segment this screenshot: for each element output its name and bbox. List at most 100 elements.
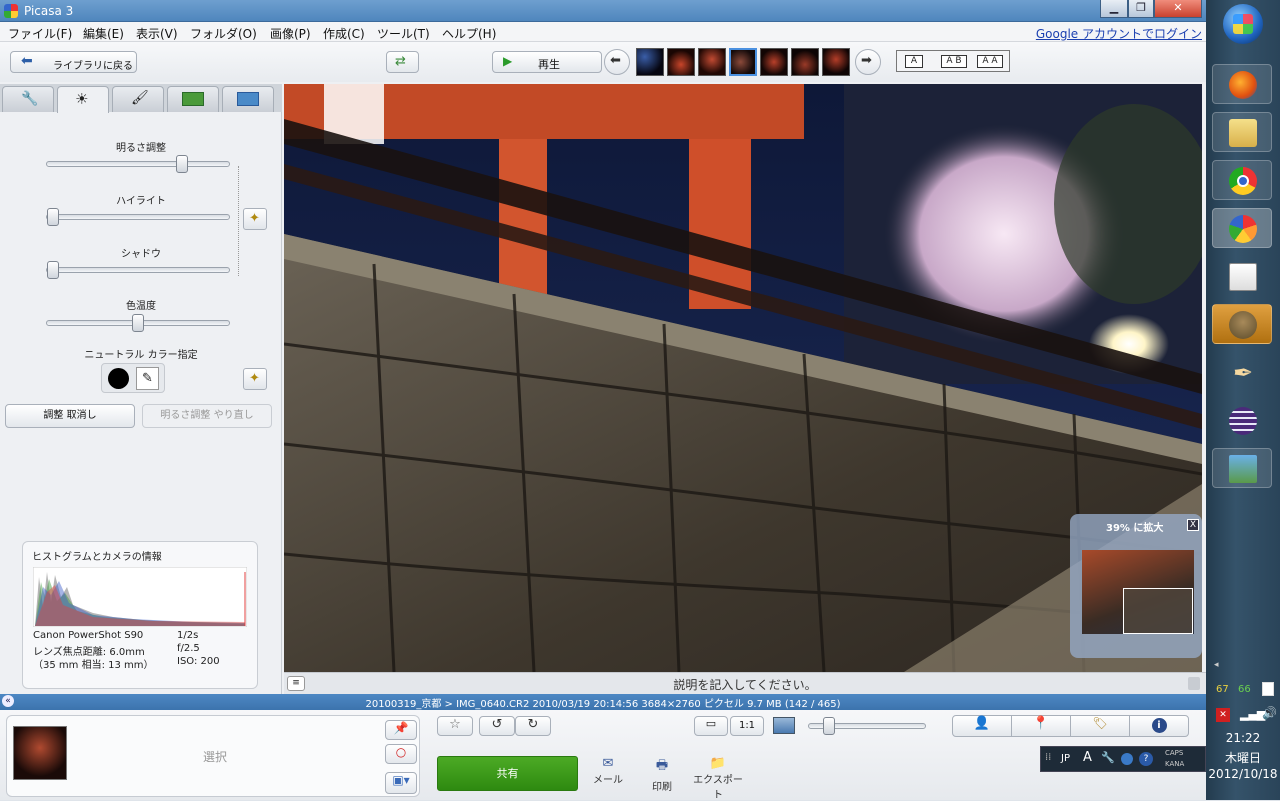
star-button[interactable]: ☆ [437, 716, 473, 736]
zoom-viewport-rect[interactable] [1123, 588, 1193, 634]
tray-expand-icon[interactable]: ◂ [1214, 660, 1219, 670]
menu-folder[interactable]: フォルダ(O) [190, 25, 257, 42]
clock-time[interactable]: 21:22 [1206, 731, 1280, 745]
color-temp-slider[interactable] [46, 314, 230, 332]
photo-info-text: 20100319_京都 > IMG_0640.CR2 2010/03/19 20… [365, 699, 841, 710]
taskbar-photo-viewer[interactable] [1212, 448, 1272, 488]
brightness-slider-knob[interactable] [176, 155, 188, 173]
neutral-color-swatch [108, 368, 129, 389]
tray-thumbnail[interactable] [13, 726, 67, 780]
taskbar-feather-app[interactable]: ✒ [1212, 352, 1272, 392]
fit-screen-button[interactable]: ▭ [694, 716, 728, 736]
email-button[interactable]: ✉ メール [590, 756, 626, 786]
clear-tray-button[interactable]: ○ [385, 744, 417, 764]
maximize-button[interactable]: ❐ [1128, 0, 1154, 18]
minimize-button[interactable]: ▁ [1100, 0, 1128, 18]
tab-effects-3[interactable] [222, 86, 274, 112]
menu-create[interactable]: 作成(C) [323, 25, 365, 42]
ime-input-mode[interactable]: A [1083, 750, 1092, 765]
ime-pad-icon[interactable] [1121, 753, 1133, 765]
grip-icon: ⁞⁞ [1045, 752, 1052, 763]
properties-button[interactable]: i [1129, 715, 1189, 737]
redo-adjust-button[interactable]: 明るさ調整 やり直し [142, 404, 272, 428]
tab-effects[interactable]: 🖌 [112, 86, 164, 112]
menu-file[interactable]: ファイル(F) [8, 25, 72, 42]
photo-view[interactable]: 39% に拡大 X [284, 84, 1202, 672]
next-photo-button[interactable]: ➡ [855, 49, 881, 75]
layout-single-button[interactable]: A [905, 55, 923, 68]
caption-input[interactable]: 説明を記入してください。 [284, 676, 1206, 693]
clock-date: 2012/10/18 [1208, 767, 1278, 781]
tab-tuning[interactable]: ☀ [57, 86, 109, 113]
undo-adjust-button[interactable]: 調整 取消し [5, 404, 135, 428]
add-to-album-button[interactable]: ▣▾ [385, 772, 417, 794]
filmstrip-thumbnail[interactable] [636, 48, 664, 76]
trash-icon[interactable] [1188, 677, 1200, 690]
rotate-left-button[interactable]: ↺ [479, 716, 515, 736]
previous-photo-button[interactable]: ⬅ [604, 49, 630, 75]
tab-basic-fixes[interactable]: 🔧 [2, 86, 54, 112]
menu-help[interactable]: ヘルプ(H) [442, 25, 496, 42]
ime-language[interactable]: JP [1061, 753, 1070, 764]
shadow-slider[interactable] [46, 261, 230, 279]
auto-color-button[interactable]: ✦ [243, 368, 267, 390]
menu-picture[interactable]: 画像(P) [270, 25, 311, 42]
help-icon[interactable]: ? [1139, 752, 1153, 766]
taskbar-explorer[interactable] [1212, 112, 1272, 152]
star-icon: ☆ [449, 717, 461, 732]
taskbar-firefox[interactable] [1212, 64, 1272, 104]
back-to-library-button[interactable]: ⬅ ライブラリに戻る [10, 51, 137, 73]
upload-button[interactable]: ⇄ [386, 51, 419, 73]
tags-button[interactable]: 🏷 [1070, 715, 1130, 737]
google-login-link[interactable]: Google アカウントでログイン [1036, 25, 1202, 42]
layout-aa-button[interactable]: A A [977, 55, 1003, 68]
filmstrip-thumbnail[interactable] [698, 48, 726, 76]
color-temp-slider-knob[interactable] [132, 314, 144, 332]
menu-edit[interactable]: 編集(E) [83, 25, 124, 42]
highlight-slider[interactable] [46, 208, 230, 226]
highlight-slider-knob[interactable] [47, 208, 59, 226]
zoom-close-button[interactable]: X [1187, 519, 1199, 531]
actual-size-button[interactable]: 1:1 [730, 716, 764, 736]
network-warning-icon[interactable]: ✕ [1216, 708, 1230, 722]
hold-pin-button[interactable]: 📌 [385, 720, 417, 740]
tray-num-b: 66 [1238, 684, 1251, 695]
rotate-left-icon: ↺ [491, 717, 503, 732]
zoom-slider-knob[interactable] [823, 717, 835, 735]
share-button[interactable]: 共有 [437, 756, 578, 791]
brightness-slider[interactable] [46, 155, 230, 173]
histogram-title: ヒストグラムとカメラの情報 [32, 552, 162, 563]
zoom-slider[interactable] [808, 717, 926, 735]
geotag-button[interactable]: 📍 [1011, 715, 1071, 737]
filmstrip-thumbnail[interactable] [760, 48, 788, 76]
taskbar-eclipse[interactable] [1212, 400, 1272, 440]
slideshow-play-button[interactable]: ▶ 再生 [492, 51, 602, 73]
eyedropper-icon[interactable]: ✎ [136, 367, 159, 390]
start-button[interactable] [1223, 4, 1263, 44]
tray-device-icon[interactable] [1262, 682, 1274, 696]
volume-icon[interactable]: 🔊 [1262, 706, 1277, 720]
layout-ab-button[interactable]: A B [941, 55, 967, 68]
taskbar-picasa[interactable] [1212, 208, 1272, 248]
menu-view[interactable]: 表示(V) [136, 25, 178, 42]
brightness-label: 明るさ調整 [116, 143, 166, 154]
shadow-slider-knob[interactable] [47, 261, 59, 279]
export-button[interactable]: 📁 エクスポート [690, 756, 746, 801]
taskbar-chrome[interactable] [1212, 160, 1272, 200]
close-button[interactable]: ✕ [1154, 0, 1202, 18]
taskbar-gimp[interactable] [1212, 304, 1272, 344]
filmstrip-thumbnail[interactable] [791, 48, 819, 76]
people-button[interactable]: 👤 [952, 715, 1012, 737]
print-button[interactable]: 🖶 印刷 [644, 756, 680, 793]
rotate-right-button[interactable]: ↻ [515, 716, 551, 736]
neutral-color-label: ニュートラル カラー指定 [84, 350, 198, 361]
taskbar-paint[interactable] [1212, 256, 1272, 296]
filmstrip-thumbnail[interactable] [822, 48, 850, 76]
auto-contrast-button[interactable]: ✦ [243, 208, 267, 230]
filmstrip-thumbnail-selected[interactable] [729, 48, 757, 76]
zoom-navigator[interactable]: 39% に拡大 X [1070, 514, 1202, 658]
tab-effects-2[interactable] [167, 86, 219, 112]
menu-tools[interactable]: ツール(T) [377, 25, 430, 42]
ime-tools-icon[interactable]: 🔧 [1101, 751, 1115, 764]
filmstrip-thumbnail[interactable] [667, 48, 695, 76]
